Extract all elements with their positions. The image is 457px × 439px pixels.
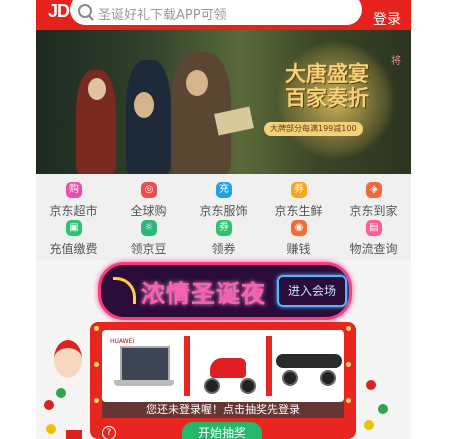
enter-venue-button[interactable]: 进入会场 bbox=[277, 275, 347, 307]
nav-item[interactable]: 券领券 bbox=[186, 212, 261, 256]
light-bulb bbox=[346, 326, 351, 331]
nav-item-glyph: 购 bbox=[69, 184, 79, 195]
banner-corner-text: 将 bbox=[391, 56, 401, 67]
prize-divider bbox=[184, 336, 190, 396]
nav-item-glyph: 券 bbox=[294, 184, 304, 195]
stocking-icon bbox=[66, 430, 82, 439]
nav-item-glyph: ☼ bbox=[144, 222, 154, 233]
fresh-icon: 券 bbox=[291, 182, 307, 198]
nav-item-glyph: 券 bbox=[219, 222, 229, 233]
banner-title-line2: 百家奏折 bbox=[285, 85, 369, 110]
nav-item-label: 领券 bbox=[211, 242, 236, 256]
home-delivery-icon: ◈ bbox=[366, 182, 382, 198]
scooter-wheel bbox=[240, 378, 256, 394]
light-bulb bbox=[346, 362, 351, 367]
ornament-icon bbox=[366, 380, 376, 390]
nav-item-label: 物流查询 bbox=[349, 242, 398, 256]
money-icon: ◉ bbox=[291, 220, 307, 236]
search-placeholder: 圣诞好礼下载APP可领 bbox=[98, 8, 227, 23]
neon-sign-banner[interactable]: 浓情圣诞夜 进入会场 bbox=[98, 262, 352, 320]
nav-item[interactable]: 券京东生鲜 bbox=[261, 174, 336, 218]
logistics-icon: ▤ bbox=[366, 220, 382, 236]
quick-nav-grid: 购京东超市 ◎ 全球购充京东服饰券京东生鲜 ◈ 京东到家 ▣ 充值缴费 ☼ 领京豆 券领券 ◉ 赚钱 ▤… bbox=[36, 174, 411, 260]
prize-skateboard bbox=[272, 336, 344, 396]
search-icon bbox=[78, 4, 92, 18]
jd-logo[interactable]: JD bbox=[48, 1, 70, 22]
nav-item-glyph: ◉ bbox=[294, 222, 304, 233]
banner-subtitle: 大牌部分每满199减100 bbox=[264, 122, 363, 136]
shopping-cart-icon: 购 bbox=[66, 182, 82, 198]
scooter-body bbox=[210, 358, 246, 378]
ornament-icon bbox=[364, 420, 374, 430]
nav-item-glyph: ◈ bbox=[370, 184, 378, 195]
banner-title: 大唐盛宴 百家奏折 bbox=[262, 62, 392, 110]
banner-face bbox=[134, 92, 154, 118]
skateboard-deck bbox=[276, 354, 342, 368]
nav-item-label: 领京豆 bbox=[130, 242, 167, 256]
skateboard-wheel bbox=[320, 370, 336, 386]
banner-figure bbox=[126, 60, 171, 174]
scooter-wheel bbox=[204, 378, 220, 394]
nav-item[interactable]: ▤ 物流查询 bbox=[336, 212, 411, 256]
nav-item-glyph: ▤ bbox=[369, 222, 379, 233]
global-icon: ◎ bbox=[141, 182, 157, 198]
light-bulb bbox=[94, 362, 99, 367]
christmas-promo: 浓情圣诞夜 进入会场 HUAWEI 您还未登录喔！点击抽奖先登录 ? 开始抽奖 bbox=[36, 260, 411, 439]
nav-item[interactable]: ◈ 京东到家 bbox=[336, 174, 411, 218]
prize-showcase: HUAWEI bbox=[102, 330, 344, 402]
nav-item[interactable]: ▣ 充值缴费 bbox=[36, 212, 111, 256]
laptop-screen bbox=[120, 346, 170, 382]
nav-item-label: 充值缴费 bbox=[49, 242, 98, 256]
banner-face bbox=[186, 70, 208, 96]
nav-item-label: 赚钱 bbox=[286, 242, 311, 256]
nav-item-glyph: ◎ bbox=[144, 184, 154, 195]
prize-scooter bbox=[192, 336, 264, 396]
login-prompt-message[interactable]: 您还未登录喔！点击抽奖先登录 bbox=[102, 402, 344, 418]
banana-icon bbox=[113, 277, 136, 304]
login-link[interactable]: 登录 bbox=[373, 9, 401, 29]
neon-title: 浓情圣诞夜 bbox=[141, 280, 266, 308]
nav-item[interactable]: ◎ 全球购 bbox=[111, 174, 186, 218]
nav-item-glyph: 充 bbox=[219, 184, 229, 195]
laptop-base bbox=[114, 380, 174, 386]
lottery-card: HUAWEI 您还未登录喔！点击抽奖先登录 ? 开始抽奖 bbox=[90, 322, 356, 439]
light-bulb bbox=[346, 398, 351, 403]
nav-item[interactable]: 购京东超市 bbox=[36, 174, 111, 218]
hero-banner[interactable]: 大唐盛宴 百家奏折 大牌部分每满199减100 将 bbox=[36, 30, 411, 174]
santa-icon bbox=[54, 340, 82, 378]
coupon-icon: 券 bbox=[216, 220, 232, 236]
clothing-icon: 充 bbox=[216, 182, 232, 198]
light-bulb bbox=[94, 398, 99, 403]
prize-laptop: HUAWEI bbox=[108, 336, 180, 396]
huawei-logo: HUAWEI bbox=[110, 338, 135, 345]
jd-bean-icon: ☼ bbox=[141, 220, 157, 236]
nav-item-glyph: ▣ bbox=[69, 222, 79, 233]
recharge-icon: ▣ bbox=[66, 220, 82, 236]
mobile-page: JD 圣诞好礼下载APP可领 登录 大唐盛宴 百家奏折 大牌部分每满199减10… bbox=[36, 0, 411, 439]
ornament-icon bbox=[378, 404, 388, 414]
nav-item[interactable]: ◉ 赚钱 bbox=[261, 212, 336, 256]
start-lottery-button[interactable]: 开始抽奖 bbox=[182, 422, 262, 439]
top-header: JD 圣诞好礼下载APP可领 登录 bbox=[36, 0, 411, 30]
banner-face bbox=[88, 78, 106, 100]
ornament-icon bbox=[44, 400, 54, 410]
help-icon[interactable]: ? bbox=[102, 426, 116, 439]
skateboard-wheel bbox=[282, 370, 298, 386]
nav-item[interactable]: 充京东服饰 bbox=[186, 174, 261, 218]
search-bar[interactable]: 圣诞好礼下载APP可领 bbox=[70, 0, 362, 25]
ornament-icon bbox=[46, 424, 56, 434]
light-bulb bbox=[94, 326, 99, 331]
banner-title-line1: 大唐盛宴 bbox=[285, 61, 369, 86]
nav-item[interactable]: ☼ 领京豆 bbox=[111, 212, 186, 256]
christmas-decor bbox=[36, 300, 84, 439]
ornament-icon bbox=[56, 388, 66, 398]
